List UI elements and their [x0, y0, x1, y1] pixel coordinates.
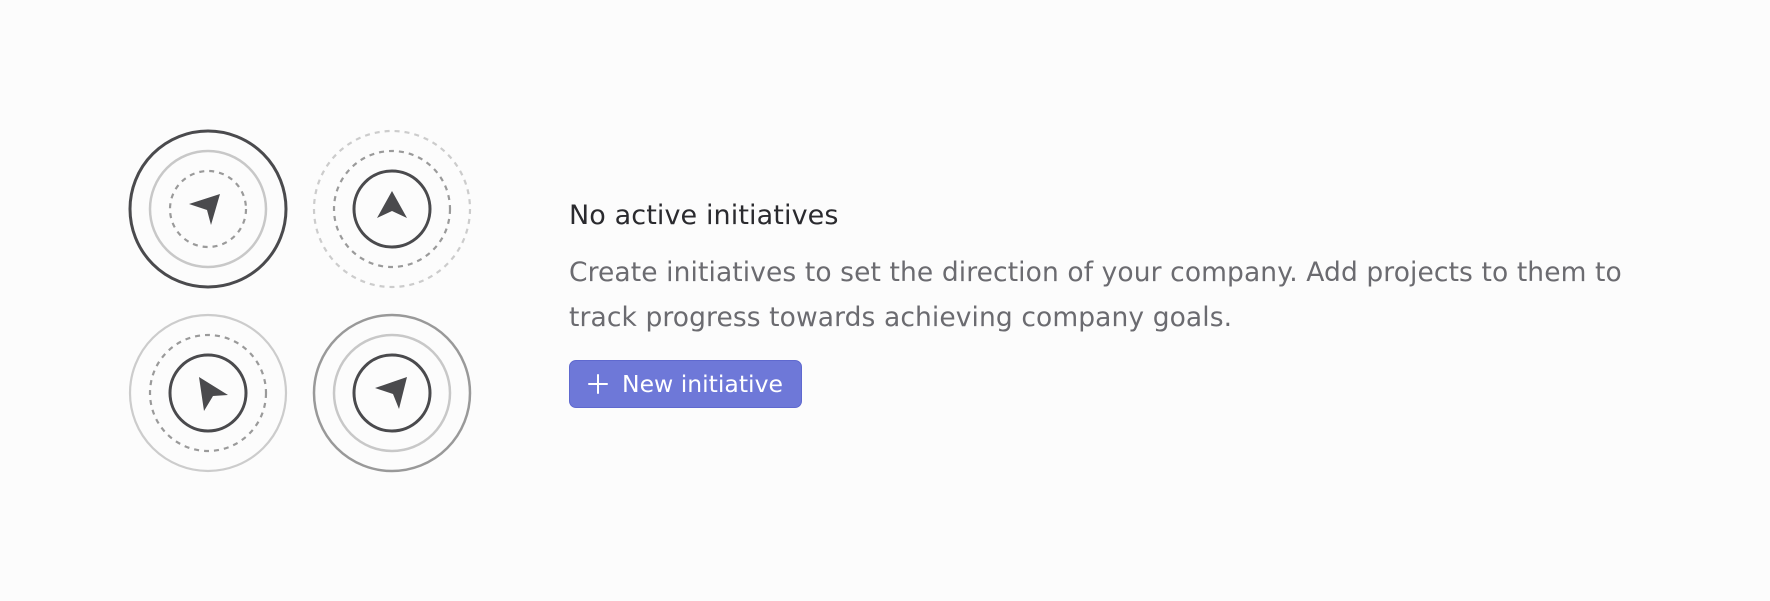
initiatives-illustration	[127, 128, 475, 476]
target-icon-bottom-left	[128, 313, 288, 473]
navigation-arrow-icon	[189, 194, 220, 225]
target-icon-bottom-right	[312, 313, 472, 473]
target-icon-top-left	[128, 129, 288, 289]
navigation-arrow-icon	[199, 377, 228, 411]
plus-icon	[588, 374, 608, 394]
new-initiative-button[interactable]: New initiative	[569, 360, 802, 408]
empty-state-description: Create initiatives to set the direction …	[569, 257, 1622, 333]
target-icon-top-right	[312, 129, 472, 289]
navigation-arrow-icon	[377, 191, 407, 218]
empty-state-text: No active initiatives Create initiatives…	[569, 196, 1679, 408]
empty-state: No active initiatives Create initiatives…	[0, 0, 1770, 601]
empty-state-title: No active initiatives	[569, 200, 839, 231]
new-initiative-button-label: New initiative	[622, 370, 783, 398]
navigation-arrow-icon	[375, 377, 407, 409]
